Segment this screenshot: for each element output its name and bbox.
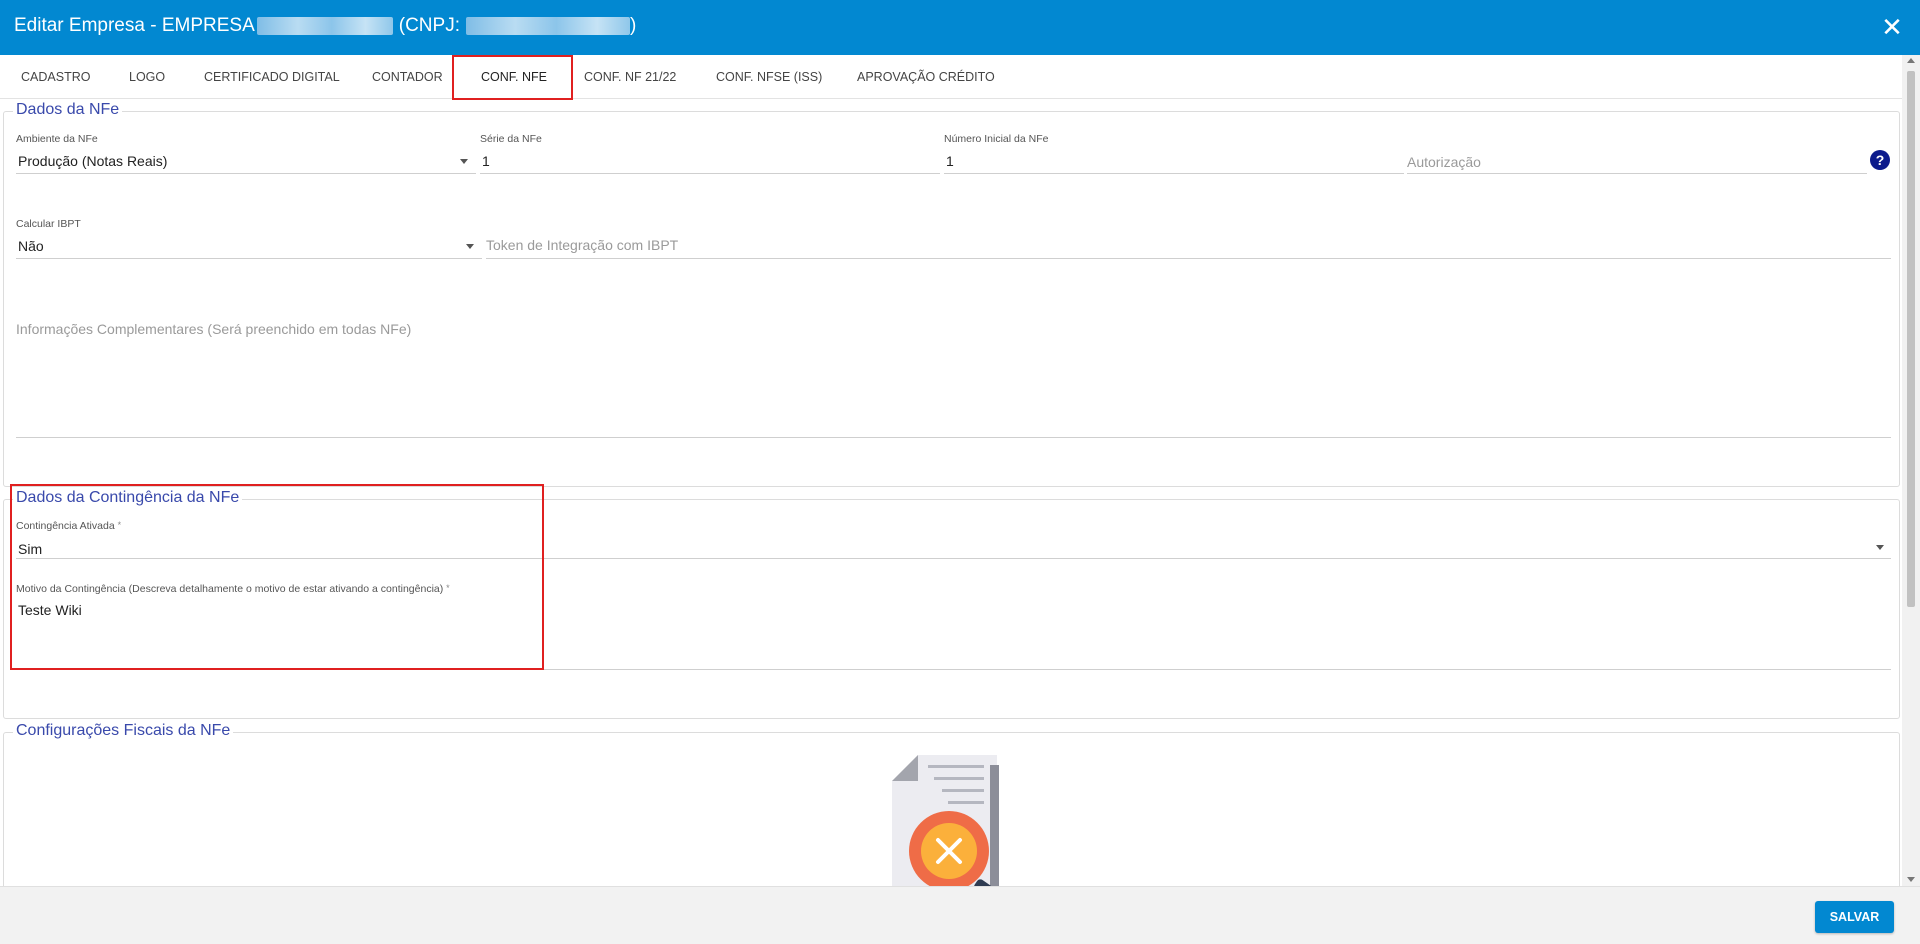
scroll-up-icon[interactable]	[1907, 58, 1915, 63]
dialog-header: Editar Empresa - EMPRESA (CNPJ: ) ✕	[0, 0, 1920, 55]
empty-document-error-icon	[892, 755, 999, 886]
dialog-title: Editar Empresa - EMPRESA (CNPJ: )	[14, 14, 636, 38]
scroll-down-icon[interactable]	[1907, 877, 1915, 882]
scrollbar-thumb[interactable]	[1907, 71, 1915, 607]
numero-inicial-label: Número Inicial da NFe	[944, 133, 1049, 145]
token-ibpt-underline	[486, 258, 1891, 259]
tab-contador[interactable]: CONTADOR	[372, 55, 443, 99]
ambiente-select[interactable]: Produção (Notas Reais)	[18, 153, 167, 169]
title-cnpj-label: (CNPJ:	[398, 15, 460, 36]
tab-conf-nfse-iss[interactable]: CONF. NFSE (ISS)	[716, 55, 822, 99]
serie-label: Série da NFe	[480, 133, 542, 145]
calcular-ibpt-select[interactable]: Não	[18, 238, 44, 254]
ambiente-label: Ambiente da NFe	[16, 133, 98, 145]
highlight-tab-box	[452, 55, 573, 100]
autorizacao-input[interactable]: Autorização	[1407, 154, 1481, 170]
chevron-down-icon[interactable]	[460, 159, 468, 164]
tab-certificado-digital[interactable]: CERTIFICADO DIGITAL	[204, 55, 340, 99]
tab-logo[interactable]: LOGO	[129, 55, 165, 99]
serie-underline	[480, 173, 940, 174]
content-scrollbar[interactable]	[1902, 55, 1920, 886]
section-configuracoes-fiscais: Configurações Fiscais da NFe	[3, 722, 1900, 886]
section-title-dados-nfe: Dados da NFe	[13, 101, 123, 119]
tab-aprovacao-credito[interactable]: APROVAÇÃO CRÉDITO	[857, 55, 995, 99]
chevron-down-icon[interactable]	[466, 244, 474, 249]
ambiente-underline	[16, 173, 476, 174]
redacted-cnpj	[465, 17, 630, 35]
info-complementares-textarea[interactable]: Informações Complementares (Será preench…	[16, 321, 411, 337]
calcular-ibpt-underline	[16, 258, 482, 259]
tab-bar: CADASTRO LOGO CERTIFICADO DIGITAL CONTAD…	[0, 55, 1920, 99]
redacted-company-name	[256, 17, 393, 35]
dialog-footer: SALVAR	[0, 886, 1920, 944]
numero-inicial-input[interactable]: 1	[946, 153, 954, 169]
title-prefix: Editar Empresa - EMPRESA	[14, 15, 255, 36]
tab-conf-nf-21-22[interactable]: CONF. NF 21/22	[584, 55, 676, 99]
calcular-ibpt-label: Calcular IBPT	[16, 218, 81, 230]
close-icon[interactable]: ✕	[1878, 13, 1906, 41]
title-suffix: )	[629, 15, 637, 36]
token-ibpt-input[interactable]: Token de Integração com IBPT	[486, 237, 678, 253]
save-button[interactable]: SALVAR	[1815, 901, 1894, 933]
section-title-configuracoes-fiscais: Configurações Fiscais da NFe	[13, 722, 234, 740]
autorizacao-underline	[1407, 173, 1867, 174]
chevron-down-icon[interactable]	[1876, 545, 1884, 550]
serie-input[interactable]: 1	[482, 153, 490, 169]
highlight-contingencia-box	[10, 484, 544, 670]
section-dados-nfe: Dados da NFe Ambiente da NFe Produção (N…	[3, 101, 1900, 487]
info-complementares-underline	[16, 437, 1891, 438]
tab-cadastro[interactable]: CADASTRO	[21, 55, 90, 99]
help-icon[interactable]: ?	[1870, 150, 1890, 170]
numero-inicial-underline	[944, 173, 1404, 174]
